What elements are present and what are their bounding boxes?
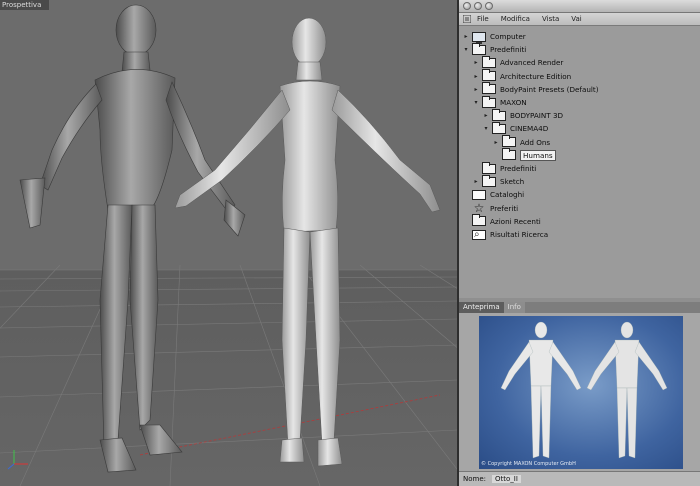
folder-icon [502, 135, 516, 148]
tree-item-label: Predefiniti [490, 45, 527, 55]
collapse-arrow-icon[interactable]: ▾ [463, 46, 469, 53]
expand-arrow-icon[interactable]: ▸ [473, 178, 479, 185]
tree-item-label: Architecture Edition [500, 71, 572, 81]
name-bar: Nome: Otto_II [459, 471, 700, 486]
preview-image[interactable]: © Copyright MAXON Computer GmbH [479, 316, 683, 469]
tree-item-label: CINEMA4D [510, 124, 549, 134]
tree-item[interactable]: ▸ Add Ons [493, 135, 551, 149]
folder-icon [472, 214, 486, 227]
name-value[interactable]: Otto_II [492, 475, 521, 483]
preview-back-figure [586, 321, 668, 459]
panel-grip-icon[interactable] [463, 15, 471, 23]
menu-bar: File Modifica Vista Vai [459, 13, 700, 26]
tree-item[interactable]: Cataloghi [463, 188, 524, 201]
doc-icon [472, 189, 486, 200]
folder-icon [482, 161, 496, 174]
tree-item-label: Add Ons [520, 137, 551, 147]
tree-item[interactable]: ▸ Architecture Edition [473, 69, 572, 83]
content-browser-panel: File Modifica Vista Vai ▸ Computer ▾ Predef… [457, 0, 700, 486]
folder-icon [482, 82, 496, 95]
tree-item-label: Preferiti [490, 203, 519, 213]
tree-item[interactable]: ▾ Predefiniti [463, 42, 527, 56]
tab-info[interactable]: Info [503, 302, 525, 313]
browser-tree: ▸ Computer ▾ Predefiniti ▸ Advanced Render ▸ Ar… [459, 26, 700, 298]
tree-item[interactable]: ▸ Computer [463, 30, 526, 44]
tree-item[interactable]: Azioni Recenti [463, 214, 541, 228]
folder-icon [502, 148, 516, 161]
zoom-window-button[interactable] [485, 2, 493, 10]
expand-arrow-icon[interactable]: ▸ [473, 59, 479, 66]
tree-item[interactable]: ▾ CINEMA4D [483, 121, 549, 135]
expand-arrow-icon[interactable]: ▸ [493, 139, 499, 146]
expand-arrow-icon[interactable]: ▸ [473, 86, 479, 93]
minimize-window-button[interactable] [474, 2, 482, 10]
viewport-label[interactable]: Prospettiva [0, 0, 50, 10]
window-titlebar[interactable] [459, 0, 700, 13]
tree-item-label: Advanced Render [500, 58, 564, 68]
tree-item[interactable]: ▾ MAXON [473, 95, 527, 109]
tree-item-label: MAXON [500, 98, 527, 107]
collapse-arrow-icon[interactable]: ▾ [473, 99, 479, 106]
expand-arrow-icon[interactable]: ▸ [483, 112, 489, 119]
expand-arrow-icon[interactable]: ▸ [463, 33, 469, 40]
preview-tabs: Anteprima Info [459, 302, 700, 313]
preview-front-figure [500, 321, 582, 459]
tree-item-label: Humans [520, 149, 556, 161]
preview-copyright: © Copyright MAXON Computer GmbH [481, 461, 576, 467]
folder-icon [482, 174, 496, 187]
star-icon: ☆ [473, 201, 485, 216]
folder-icon [492, 121, 506, 134]
tree-item-label: BodyPaint Presets (Default) [500, 84, 599, 94]
female-figure[interactable] [174, 17, 441, 467]
tree-item-label: Cataloghi [490, 190, 525, 200]
tree-item[interactable]: ☆ Preferiti [463, 201, 519, 216]
tab-preview[interactable]: Anteprima [459, 302, 504, 313]
tree-item[interactable]: Humans [493, 148, 556, 162]
folder-icon [482, 55, 496, 68]
menu-file[interactable]: File [477, 15, 489, 23]
folder-icon [472, 42, 486, 55]
tree-item[interactable]: ▸ BODYPAINT 3D [483, 108, 564, 122]
folder-icon [492, 108, 506, 121]
male-figure[interactable] [19, 4, 246, 473]
computer-icon [472, 31, 486, 44]
tree-item-label: Risultati Ricerca [490, 230, 549, 239]
tree-item[interactable]: Risultati Ricerca [463, 228, 548, 241]
tree-item[interactable]: ▸ Advanced Render [473, 55, 564, 69]
collapse-arrow-icon[interactable]: ▾ [483, 125, 489, 132]
close-window-button[interactable] [463, 2, 471, 10]
name-label: Nome [463, 475, 484, 483]
tree-item[interactable]: ▸ Sketch [473, 174, 525, 188]
expand-arrow-icon[interactable]: ▸ [473, 73, 479, 80]
menu-view[interactable]: Vista [542, 15, 559, 23]
3d-viewport[interactable]: Prospettiva [0, 0, 457, 486]
folder-icon [482, 69, 496, 82]
search-icon [472, 229, 486, 240]
tree-item-label: Predefiniti [500, 164, 537, 173]
tree-item-label: Azioni Recenti [490, 216, 541, 226]
tree-item-label: Computer [490, 32, 526, 41]
preview-area: © Copyright MAXON Computer GmbH [459, 313, 700, 471]
menu-go[interactable]: Vai [571, 15, 581, 23]
tree-item[interactable]: ▸ BodyPaint Presets (Default) [473, 82, 599, 96]
axis-gizmo-icon [7, 450, 28, 470]
tree-item[interactable]: Predefiniti [473, 161, 537, 175]
tree-item-label: BODYPAINT 3D [510, 111, 564, 121]
menu-edit[interactable]: Modifica [501, 15, 530, 23]
folder-icon [482, 95, 496, 108]
tree-item-label: Sketch [500, 177, 525, 187]
